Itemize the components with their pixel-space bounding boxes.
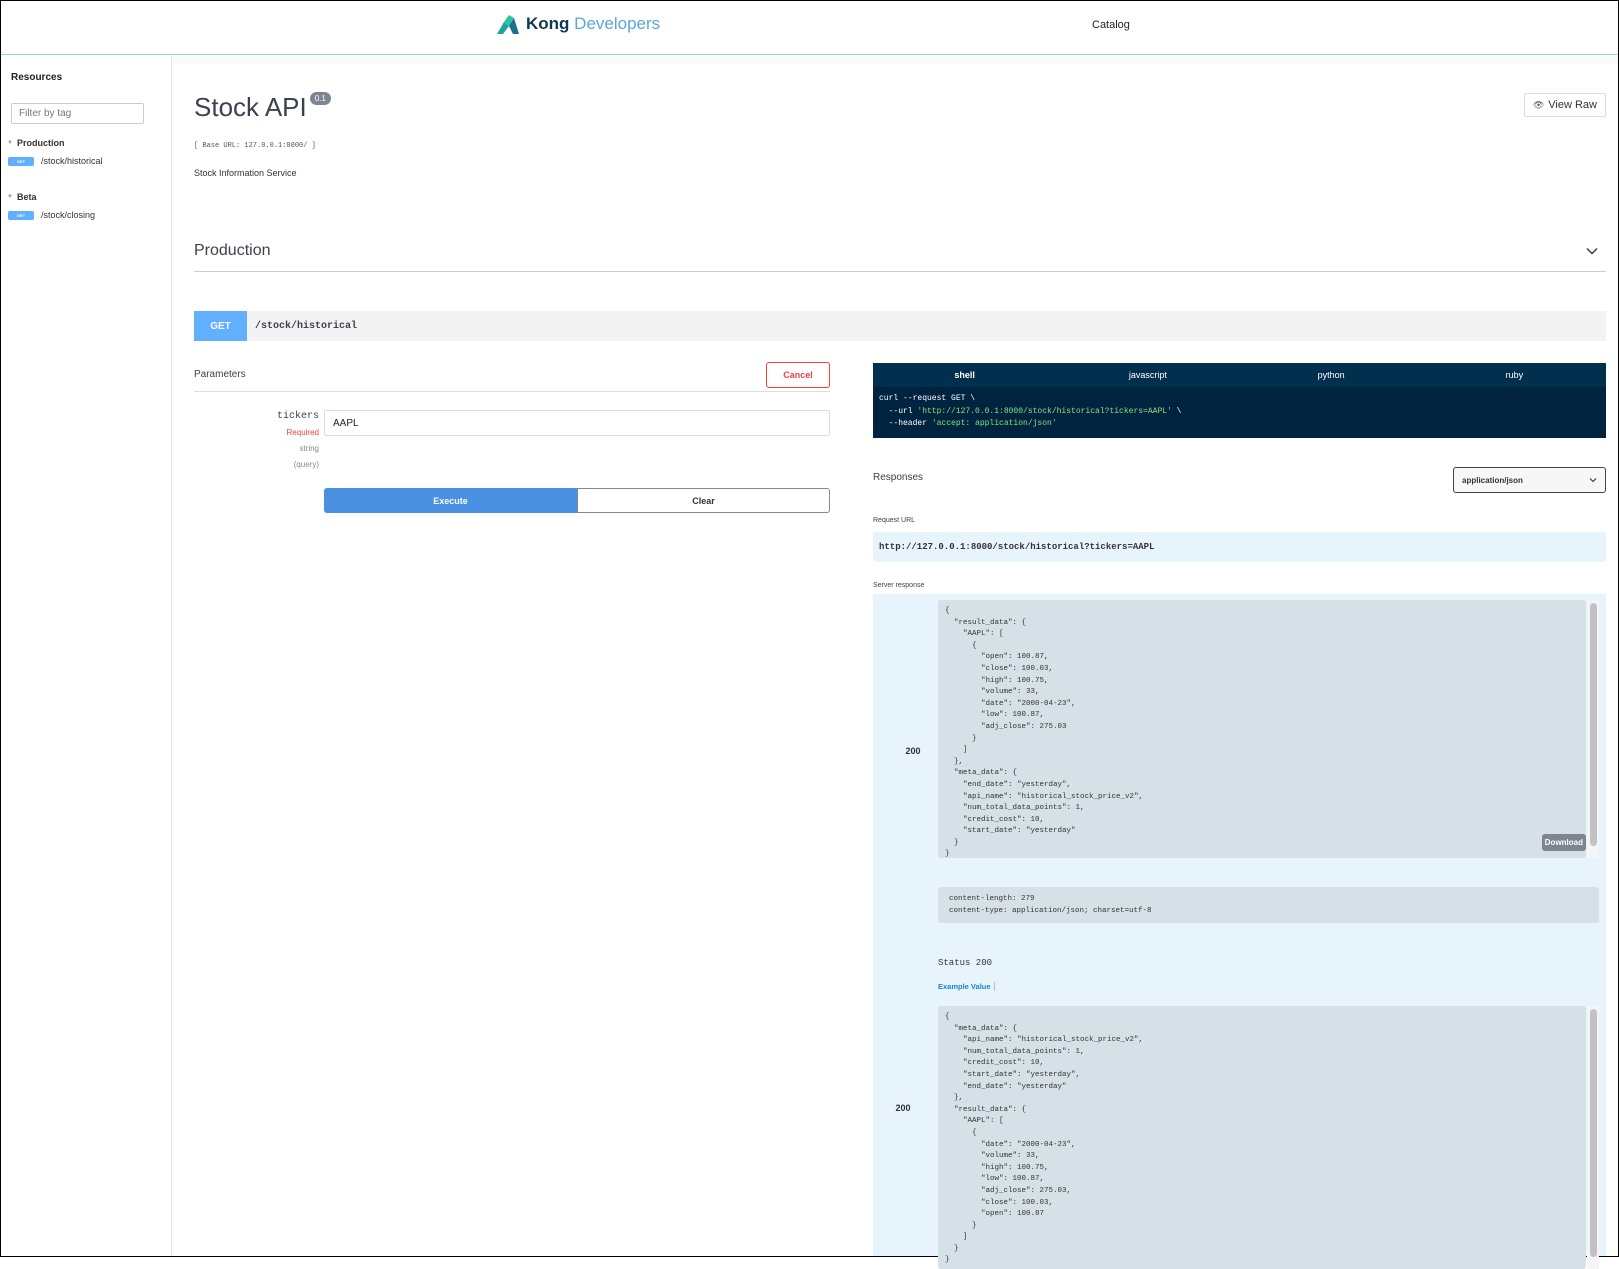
- execute-button-group: Execute Clear: [324, 488, 830, 513]
- request-url-label: Request URL: [873, 517, 916, 524]
- kong-logo[interactable]: Kong Developers: [494, 12, 660, 36]
- execute-button[interactable]: Execute: [324, 488, 577, 513]
- sidebar-item-stock-closing[interactable]: GET /stock/closing: [8, 210, 95, 220]
- main-content: Stock API 0.1 👁 View Raw [ Base URL: 127…: [173, 56, 1618, 1269]
- code-token: \: [1171, 406, 1182, 416]
- section-title: Production: [194, 242, 271, 259]
- top-header: Kong Developers Catalog: [1, 1, 1618, 55]
- code-string: 'accept: application/json': [931, 419, 1057, 428]
- selected-content-type: application/json: [1462, 475, 1523, 485]
- parameters-header: Parameters Cancel: [194, 358, 830, 392]
- kong-logo-icon: [497, 15, 519, 35]
- tab-ruby[interactable]: ruby: [1423, 363, 1606, 387]
- code-token: --url: [879, 406, 918, 416]
- filter-by-tag-input[interactable]: [11, 103, 144, 124]
- section-production-header[interactable]: Production: [194, 231, 1606, 272]
- operation-summary[interactable]: GET /stock/historical: [194, 311, 1606, 341]
- nav-catalog-link[interactable]: Catalog: [1092, 19, 1130, 31]
- code-sample: curl --request GET \ --url 'http://127.0…: [873, 387, 1606, 437]
- documented-status-heading: Status 200: [938, 958, 993, 968]
- response-body: { "result_data": { "AAPL": [ { "open": 1…: [938, 600, 1586, 858]
- sidebar-item-stock-historical[interactable]: GET /stock/historical: [8, 156, 103, 166]
- response-headers: content-length: 279 content-type: applic…: [938, 887, 1599, 923]
- view-raw-button[interactable]: 👁 View Raw: [1523, 93, 1606, 117]
- request-url: http://127.0.0.1:8000/stock/historical?t…: [873, 532, 1606, 562]
- param-type: string: [299, 444, 319, 453]
- sidebar: Resources ▼ Production GET /stock/histor…: [1, 56, 172, 1256]
- caret-down-icon: ▼: [7, 140, 13, 146]
- cancel-button[interactable]: Cancel: [766, 361, 830, 388]
- code-token: --header: [879, 419, 932, 428]
- code-line: curl --request GET \: [879, 394, 976, 403]
- parameters-title: Parameters: [194, 369, 246, 380]
- logo-text: Kong Developers: [526, 14, 661, 33]
- tab-shell[interactable]: shell: [873, 363, 1056, 387]
- clear-button[interactable]: Clear: [577, 488, 830, 513]
- code-samples-panel: shell javascript python ruby curl --requ…: [873, 363, 1606, 438]
- sidebar-group-label: Beta: [16, 192, 37, 202]
- example-value-tab[interactable]: Example Value: [938, 982, 995, 991]
- sidebar-item-label: /stock/historical: [41, 156, 103, 166]
- api-description: Stock Information Service: [194, 168, 297, 178]
- scrollbar-thumb[interactable]: [1590, 1009, 1597, 1257]
- page-title: Stock API: [194, 92, 307, 122]
- method-badge: GET: [8, 156, 34, 166]
- param-name: tickers: [276, 411, 319, 422]
- operation-path: /stock/historical: [255, 320, 358, 332]
- sidebar-title: Resources: [11, 72, 63, 83]
- chevron-down-icon: [1589, 478, 1597, 483]
- tab-javascript[interactable]: javascript: [1056, 363, 1239, 387]
- version-badge: 0.1: [309, 92, 331, 105]
- responses-title: Responses: [873, 472, 924, 483]
- response-content-type-select[interactable]: application/json: [1453, 467, 1606, 493]
- method-badge: GET: [194, 311, 247, 341]
- scrollbar-thumb[interactable]: [1590, 603, 1597, 846]
- eye-icon: 👁: [1532, 99, 1545, 110]
- server-response-area: 200 { "result_data": { "AAPL": [ { "open…: [873, 594, 1606, 1269]
- caret-down-icon: ▼: [7, 194, 13, 200]
- view-raw-label: View Raw: [1548, 99, 1597, 111]
- download-button[interactable]: Download: [1541, 834, 1586, 851]
- api-title-row: Stock API 0.1: [194, 92, 331, 123]
- tickers-input[interactable]: [324, 410, 830, 436]
- sidebar-item-label: /stock/closing: [41, 210, 96, 220]
- code-string: 'http://127.0.0.1:8000/stock/historical?…: [917, 406, 1172, 416]
- sidebar-group-production[interactable]: ▼ Production: [7, 138, 64, 148]
- server-response-label: Server response: [873, 582, 925, 589]
- param-required: Required: [286, 428, 319, 437]
- sidebar-group-label: Production: [16, 138, 65, 148]
- sidebar-group-beta[interactable]: ▼ Beta: [7, 192, 36, 202]
- base-url: [ Base URL: 127.0.0.1:8000/ ]: [194, 142, 316, 150]
- example-value-body: { "meta_data": { "api_name": "historical…: [938, 1006, 1586, 1269]
- param-location: (query): [293, 460, 319, 469]
- method-badge: GET: [8, 210, 34, 220]
- tab-python[interactable]: python: [1240, 363, 1423, 387]
- documented-status-code: 200: [895, 1103, 911, 1113]
- response-body-scrollbar[interactable]: [1587, 600, 1599, 858]
- code-language-tabs: shell javascript python ruby: [873, 363, 1606, 387]
- example-body-scrollbar[interactable]: [1587, 1006, 1599, 1269]
- chevron-down-icon: [1586, 248, 1598, 255]
